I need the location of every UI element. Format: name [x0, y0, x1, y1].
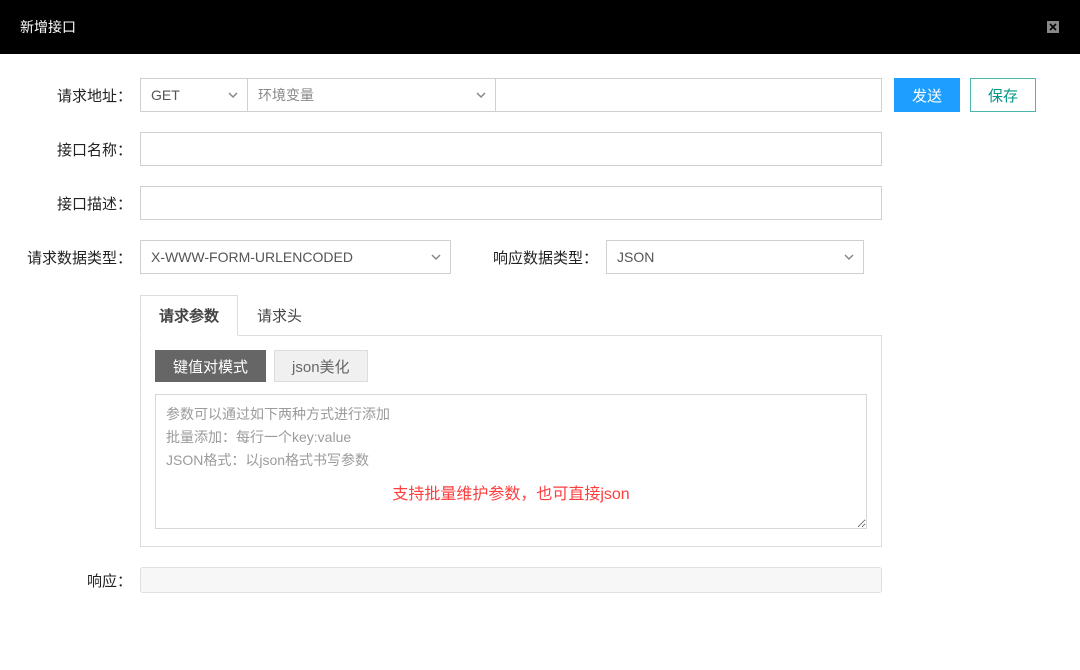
row-api-desc: 接口描述： — [10, 186, 1060, 220]
kv-mode-button[interactable]: 键值对模式 — [155, 350, 266, 382]
response-type-select[interactable]: JSON — [606, 240, 864, 274]
label-request-url: 请求地址： — [10, 85, 140, 106]
label-api-desc: 接口描述： — [10, 193, 140, 214]
label-api-name: 接口名称： — [10, 139, 140, 160]
env-variable-placeholder: 环境变量 — [258, 85, 314, 105]
request-type-select[interactable]: X-WWW-FORM-URLENCODED — [140, 240, 451, 274]
http-method-value: GET — [151, 87, 180, 103]
tab-body-params: 键值对模式 json美化 支持批量维护参数，也可直接json — [140, 336, 882, 547]
label-response-type: 响应数据类型： — [451, 247, 606, 268]
label-response: 响应： — [10, 570, 140, 591]
tab-request-params[interactable]: 请求参数 — [140, 295, 238, 336]
env-variable-select[interactable]: 环境变量 — [248, 78, 496, 112]
params-textarea[interactable] — [155, 394, 867, 529]
chevron-down-icon — [430, 251, 442, 263]
row-params: 请求参数 请求头 键值对模式 json美化 支持批量维护参数，也可直接json — [10, 294, 1060, 547]
row-data-types: 请求数据类型： X-WWW-FORM-URLENCODED 响应数据类型： JS… — [10, 240, 1060, 274]
close-icon[interactable] — [1046, 20, 1060, 34]
chevron-down-icon — [227, 89, 239, 101]
row-request-url: 请求地址： GET 环境变量 发送 保存 — [10, 78, 1060, 112]
api-name-input[interactable] — [140, 132, 882, 166]
modal-header: 新增接口 — [0, 0, 1080, 54]
chevron-down-icon — [475, 89, 487, 101]
save-button[interactable]: 保存 — [970, 78, 1036, 112]
url-input[interactable] — [496, 78, 882, 112]
response-type-value: JSON — [617, 249, 654, 265]
http-method-select[interactable]: GET — [140, 78, 248, 112]
tab-request-headers[interactable]: 请求头 — [238, 295, 321, 336]
row-api-name: 接口名称： — [10, 132, 1060, 166]
send-button[interactable]: 发送 — [894, 78, 960, 112]
param-tabs: 请求参数 请求头 — [140, 294, 882, 336]
request-type-value: X-WWW-FORM-URLENCODED — [151, 249, 353, 265]
response-output — [140, 567, 882, 593]
label-request-type: 请求数据类型： — [10, 247, 140, 268]
json-beautify-button[interactable]: json美化 — [274, 350, 368, 382]
api-desc-input[interactable] — [140, 186, 882, 220]
chevron-down-icon — [843, 251, 855, 263]
row-response: 响应： — [10, 567, 1060, 593]
modal-title: 新增接口 — [20, 17, 76, 37]
